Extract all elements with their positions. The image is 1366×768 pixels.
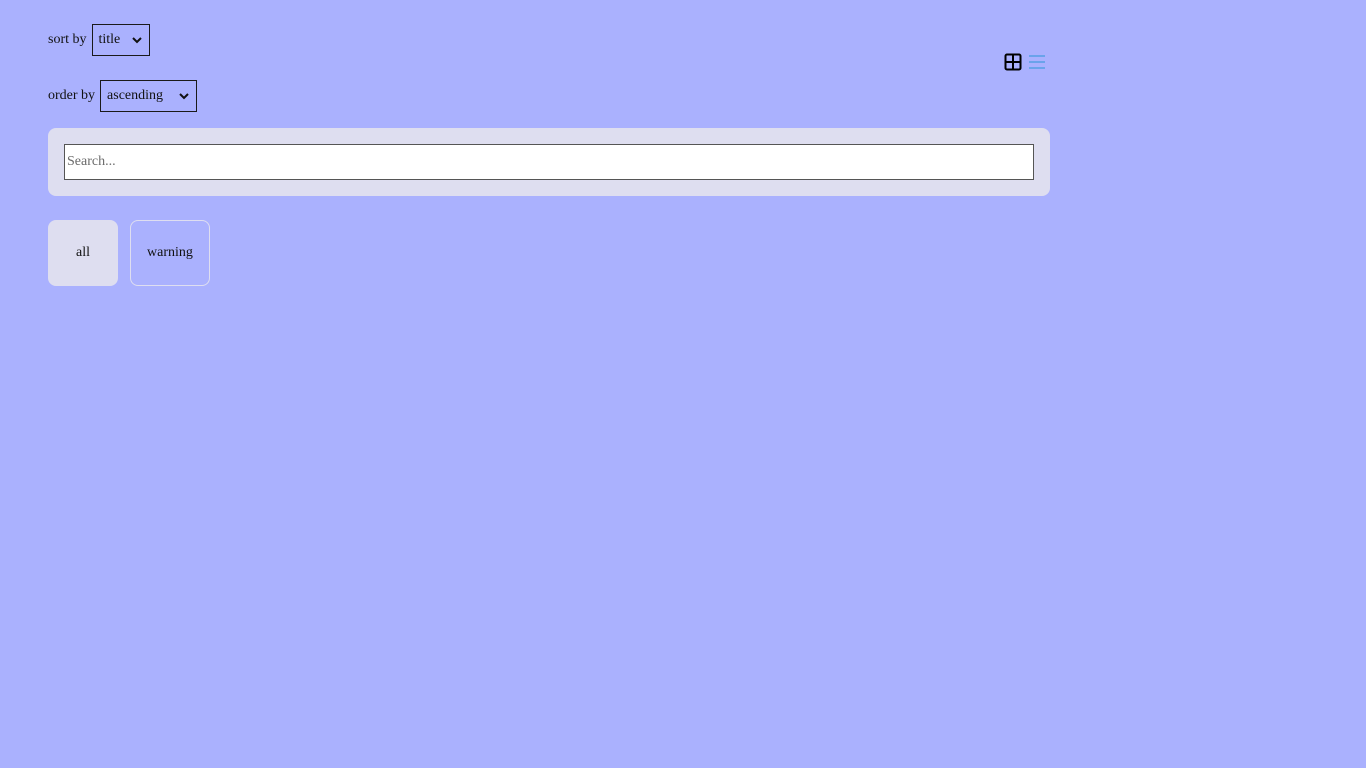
grid-icon [1004, 53, 1022, 71]
view-toggle [1004, 53, 1046, 71]
order-select-value: ascending [107, 88, 164, 103]
chevron-down-icon [131, 37, 142, 44]
filter-warning-button[interactable]: warning [130, 220, 210, 286]
list-icon [1029, 55, 1045, 69]
chevron-down-icon [179, 93, 189, 100]
list-view-button[interactable] [1028, 53, 1046, 71]
order-select[interactable]: ascending [100, 80, 198, 112]
sort-control: sort by title [48, 24, 150, 56]
sort-select-value: title [98, 32, 121, 47]
filter-all-button[interactable]: all [48, 220, 118, 286]
order-control: order by ascending [48, 80, 198, 112]
grid-view-button[interactable] [1004, 53, 1022, 71]
filter-bar: all warning [48, 220, 210, 286]
page: sort by title order by ascending Search.… [0, 0, 1366, 768]
sort-label: sort by [48, 32, 87, 47]
sort-select[interactable]: title [91, 24, 150, 56]
order-label: order by [48, 88, 96, 103]
search-panel [48, 128, 1050, 196]
search-input[interactable] [64, 144, 1034, 180]
